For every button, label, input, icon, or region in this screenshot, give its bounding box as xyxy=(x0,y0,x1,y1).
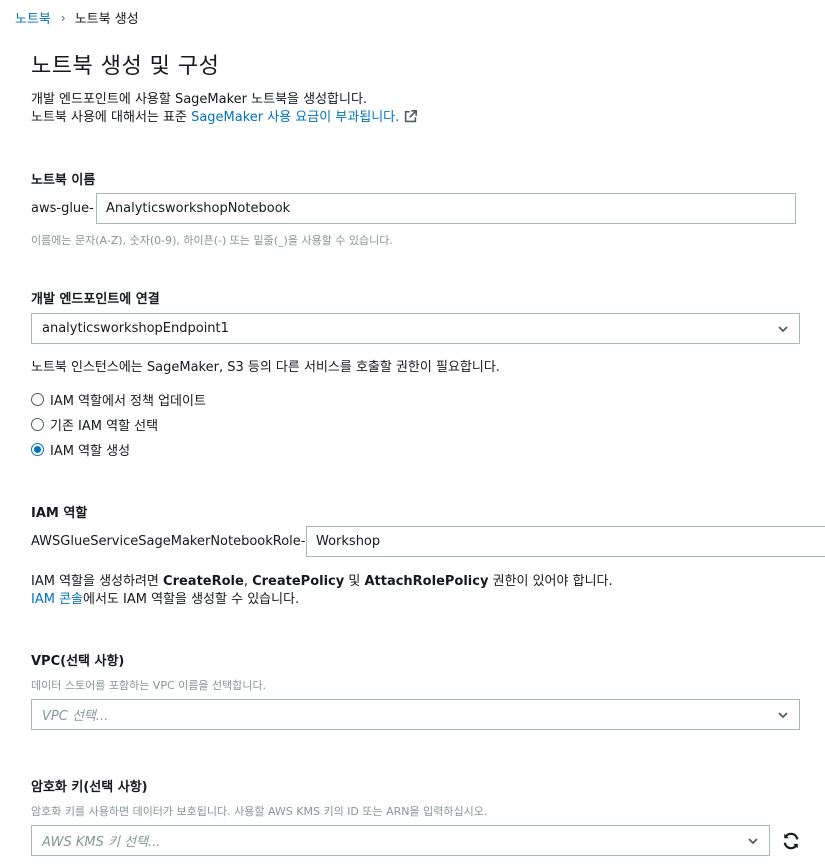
endpoint-select[interactable]: analyticsworkshopEndpoint1 xyxy=(31,313,800,344)
iam-option-label: IAM 역할에서 정책 업데이트 xyxy=(50,394,206,409)
page-title: 노트북 생성 및 구성 xyxy=(31,54,220,79)
vpc-placeholder: VPC 선택... xyxy=(42,709,109,724)
iam-option-create-role[interactable]: IAM 역할 생성 xyxy=(31,440,130,459)
breadcrumb-current: 노트북 생성 xyxy=(74,12,139,27)
kms-key-placeholder: AWS KMS 키 선택... xyxy=(42,835,161,850)
kms-key-select[interactable]: AWS KMS 키 선택... xyxy=(31,825,770,856)
encryption-key-label: 암호화 키(선택 사항) xyxy=(31,780,148,795)
create-role-permission: CreateRole xyxy=(163,574,244,589)
notebook-name-hint: 이름에는 문자(A-Z), 숫자(0-9), 하이픈(-) 또는 밑줄(_)을 … xyxy=(31,234,393,247)
iam-console-link[interactable]: IAM 콘솔 xyxy=(31,592,83,607)
iam-option-update-policy[interactable]: IAM 역할에서 정책 업데이트 xyxy=(31,390,206,409)
chevron-down-icon xyxy=(778,711,788,718)
vpc-select[interactable]: VPC 선택... xyxy=(31,699,800,730)
endpoint-label: 개발 엔드포인트에 연결 xyxy=(31,292,160,307)
description-line-2: 노트북 사용에 대해서는 표준 SageMaker 사용 요금이 부과됩니다. xyxy=(31,109,418,127)
note-text: 및 xyxy=(344,574,365,589)
breadcrumb-notebooks-link[interactable]: 노트북 xyxy=(15,8,51,27)
iam-option-choose-existing[interactable]: 기존 IAM 역할 선택 xyxy=(31,415,158,434)
iam-role-name-input[interactable]: Workshop xyxy=(306,526,825,557)
iam-role-label: IAM 역할 xyxy=(31,506,88,521)
vpc-hint: 데이터 스토어를 포함하는 VPC 이름을 선택합니다. xyxy=(31,679,267,692)
chevron-right-icon: › xyxy=(60,10,66,25)
attach-role-policy-permission: AttachRolePolicy xyxy=(364,574,489,589)
iam-role-permission-note: IAM 역할을 생성하려면 CreateRole, CreatePolicy 및… xyxy=(31,573,613,591)
description-line-1: 개발 엔드포인트에 사용할 SageMaker 노트북을 생성합니다. xyxy=(31,92,368,107)
description-line-2-text: 노트북 사용에 대해서는 표준 xyxy=(31,110,192,125)
chevron-down-icon xyxy=(778,325,788,332)
external-link-icon[interactable] xyxy=(404,110,418,123)
endpoint-permission-note: 노트북 인스턴스에는 SageMaker, S3 등의 다른 서비스를 호출할 … xyxy=(31,360,500,375)
radio-button[interactable] xyxy=(31,418,44,431)
note-text: , xyxy=(243,574,253,589)
vpc-label: VPC(선택 사항) xyxy=(31,654,125,669)
note-text: IAM 역할을 생성하려면 xyxy=(31,574,164,589)
sagemaker-pricing-link[interactable]: SageMaker 사용 요금이 부과됩니다. xyxy=(191,110,399,125)
iam-role-note: IAM 역할을 생성하려면 CreateRole, CreatePolicy 및… xyxy=(31,573,613,609)
radio-button[interactable] xyxy=(31,393,44,406)
create-policy-permission: CreatePolicy xyxy=(252,574,345,589)
notebook-name-input[interactable]: AnalyticsworkshopNotebook xyxy=(96,193,796,224)
iam-role-prefix: AWSGlueServiceSageMakerNotebookRole- xyxy=(31,534,306,549)
iam-console-note: IAM 콘솔에서도 IAM 역할을 생성할 수 있습니다. xyxy=(31,591,613,609)
endpoint-selected-value: analyticsworkshopEndpoint1 xyxy=(42,321,229,336)
encryption-key-hint: 암호화 키를 사용하면 데이터가 보호됩니다. 사용할 AWS KMS 키의 I… xyxy=(31,805,488,818)
iam-option-label: 기존 IAM 역할 선택 xyxy=(50,419,159,434)
note-text: 에서도 IAM 역할을 생성할 수 있습니다. xyxy=(83,592,300,607)
chevron-down-icon xyxy=(748,837,758,844)
page-description: 개발 엔드포인트에 사용할 SageMaker 노트북을 생성합니다. 노트북 … xyxy=(31,91,418,127)
refresh-icon[interactable] xyxy=(782,832,800,850)
breadcrumb: 노트북 › 노트북 생성 xyxy=(15,8,139,28)
iam-option-label: IAM 역할 생성 xyxy=(50,444,131,459)
radio-button-selected[interactable] xyxy=(31,443,44,456)
notebook-name-prefix: aws-glue- xyxy=(31,201,94,216)
notebook-name-label: 노트북 이름 xyxy=(31,173,96,188)
note-text: 권한이 있어야 합니다. xyxy=(488,574,613,589)
